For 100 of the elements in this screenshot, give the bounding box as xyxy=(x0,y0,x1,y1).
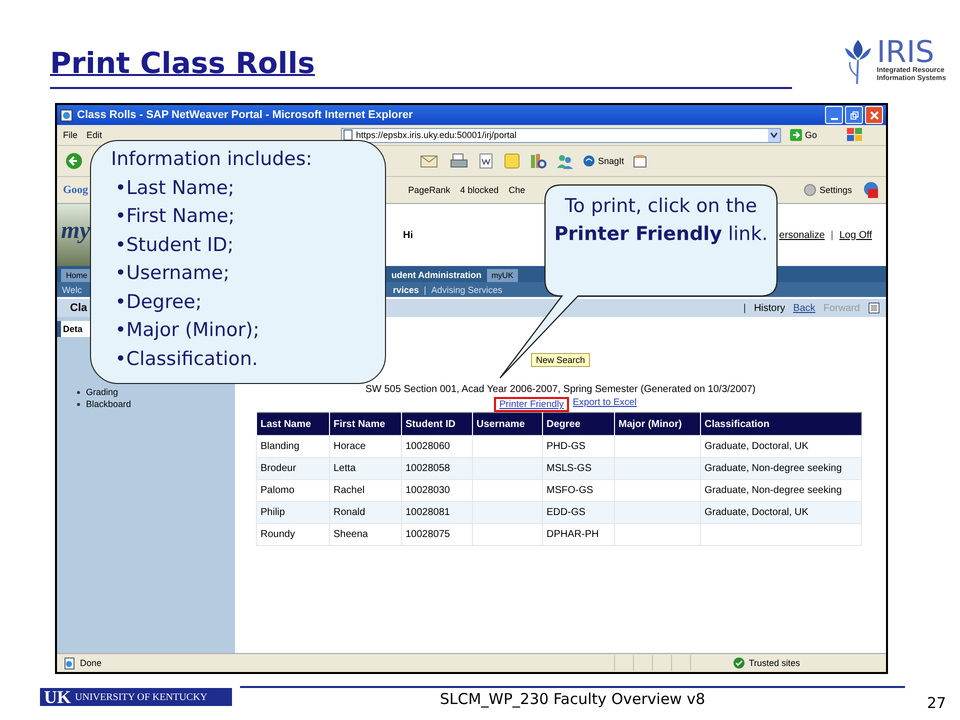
table-cell: Roundy xyxy=(260,529,295,540)
table-cell: Sheena xyxy=(334,529,368,540)
column-header: Classification xyxy=(700,412,861,436)
document-icon[interactable] xyxy=(477,152,495,170)
portal-tab[interactable]: myUK xyxy=(486,269,518,282)
table-cell: Rachel xyxy=(334,485,365,496)
table-cell: Horace xyxy=(334,441,366,452)
table-cell: 10028081 xyxy=(406,507,450,518)
subnav-item[interactable]: Advising Services xyxy=(431,284,502,294)
callout-text: To print, click on the Printer Friendly link. xyxy=(553,194,769,247)
table-cell: Ronald xyxy=(334,507,366,518)
close-button[interactable] xyxy=(865,106,883,124)
status-text: Done xyxy=(80,658,102,668)
printer-icon[interactable] xyxy=(449,152,469,170)
toolbar-item[interactable]: 4 blocked xyxy=(460,185,499,195)
table-cell: Palomo xyxy=(260,485,294,496)
column-header: Major (Minor) xyxy=(614,412,700,436)
people-icon[interactable] xyxy=(555,152,575,170)
snagit-button[interactable]: SnagIt xyxy=(583,155,624,167)
footer-text: SLCM_WP_230 Faculty Overview v8 xyxy=(440,690,706,708)
windows-logo-icon xyxy=(846,127,864,143)
minimize-icon xyxy=(830,118,838,120)
table-cell: Graduate, Doctoral, UK xyxy=(704,441,808,452)
table-cell: Blanding xyxy=(260,441,300,452)
bullet-icon xyxy=(77,402,80,406)
table-cell: 10028058 xyxy=(406,463,450,474)
dropdown-icon[interactable] xyxy=(768,128,780,142)
page-number: 27 xyxy=(927,694,946,712)
table-cell: PHD-GS xyxy=(546,441,586,452)
column-header: Username xyxy=(472,412,542,436)
table-cell: MSFO-GS xyxy=(546,485,594,496)
callout-list-item: •Student ID; xyxy=(114,232,235,258)
google-toolbar-logo: Goog xyxy=(63,184,88,196)
table-cell: 10028030 xyxy=(406,485,450,496)
slide-title: Print Class Rolls xyxy=(50,46,315,80)
separator: | xyxy=(743,302,746,314)
page-title: Cla xyxy=(70,302,88,314)
callout-list-item: •Username; xyxy=(114,261,230,286)
table-cell: 10028075 xyxy=(406,529,450,540)
university-logo: UK UNIVERSITY OF KENTUCKY xyxy=(40,688,232,706)
page-icon xyxy=(60,108,73,122)
callout-list-item: •First Name; xyxy=(114,204,236,229)
menu-item[interactable]: Edit xyxy=(86,130,102,140)
callout-heading: Information includes: xyxy=(111,147,314,172)
restore-icon xyxy=(850,110,858,120)
table-cell: DPHAR-PH xyxy=(546,529,599,540)
note-icon[interactable] xyxy=(503,152,521,170)
history-link[interactable]: Back xyxy=(793,302,816,314)
settings-button[interactable]: Settings xyxy=(804,184,852,196)
back-icon[interactable] xyxy=(65,152,83,170)
history-link[interactable]: History xyxy=(754,302,786,314)
security-zone: Trusted sites xyxy=(748,658,800,668)
portal-logo: my xyxy=(60,218,90,244)
page-icon xyxy=(342,129,354,141)
globe-icon xyxy=(583,155,595,167)
callout-list-item: •Degree; xyxy=(114,290,203,314)
new-search-button[interactable]: New Search xyxy=(530,353,590,367)
address-field[interactable]: https://epsbx.iris.uky.edu:50001/irj/portal xyxy=(341,128,782,142)
bullet-icon xyxy=(77,390,80,394)
separator: | xyxy=(424,284,426,294)
table-cell: Graduate, Non-degree seeking xyxy=(704,485,842,496)
window-title: Class Rolls - SAP NetWeaver Portal - Microsoft Internet Explorer xyxy=(77,109,413,121)
check-icon xyxy=(732,657,745,669)
menu-item[interactable]: File xyxy=(63,130,78,140)
report-caption: SW 505 Section 001, Acad Year 2006-2007, Spring Semester (Generated on 10/3/2007) xyxy=(365,384,756,395)
column-header: Degree xyxy=(542,412,614,436)
table-cell: Brodeur xyxy=(260,463,296,474)
table-cell: Graduate, Non-degree seeking xyxy=(704,463,842,474)
column-header: First Name xyxy=(329,412,401,436)
toolbar-item[interactable]: PageRank xyxy=(408,185,450,195)
report-link[interactable]: Printer Friendly xyxy=(499,399,564,410)
brand-name: IRIS xyxy=(876,39,934,67)
table-cell: Graduate, Doctoral, UK xyxy=(704,507,808,518)
log-off-link[interactable]: Log Off xyxy=(839,230,872,240)
callout-list-item: •Last Name; xyxy=(114,176,236,200)
go-button[interactable]: Go xyxy=(790,129,818,141)
report-link[interactable]: Export to Excel xyxy=(572,397,637,412)
nav-link[interactable]: Blackboard xyxy=(86,399,132,409)
restore-button[interactable] xyxy=(845,106,863,124)
toolbar-item[interactable]: Che xyxy=(508,185,526,195)
arrow-icon xyxy=(790,129,802,141)
portal-tab[interactable]: Home xyxy=(61,269,92,282)
subnav-item[interactable]: Welc xyxy=(62,284,82,294)
table-cell: 10028060 xyxy=(406,441,450,452)
minimize-button[interactable] xyxy=(825,106,843,124)
greeting: Hi xyxy=(403,230,413,240)
page-icon xyxy=(63,656,76,670)
table-cell: EDD-GS xyxy=(546,507,586,518)
nav-link[interactable]: Grading xyxy=(86,387,118,397)
column-header: Student ID xyxy=(401,412,472,436)
ball-icon xyxy=(804,184,816,196)
table-cell: Philip xyxy=(260,507,285,518)
column-header: Last Name xyxy=(256,412,329,436)
callout-list-item: •Major (Minor); xyxy=(114,318,260,343)
subnav-item[interactable]: rvices xyxy=(392,284,419,294)
list-icon[interactable] xyxy=(868,302,880,314)
detail-tab[interactable]: Deta xyxy=(57,321,91,337)
personalize-link[interactable]: ersonalize xyxy=(779,230,825,240)
close-icon xyxy=(870,110,878,120)
table-cell: MSLS-GS xyxy=(546,463,592,474)
